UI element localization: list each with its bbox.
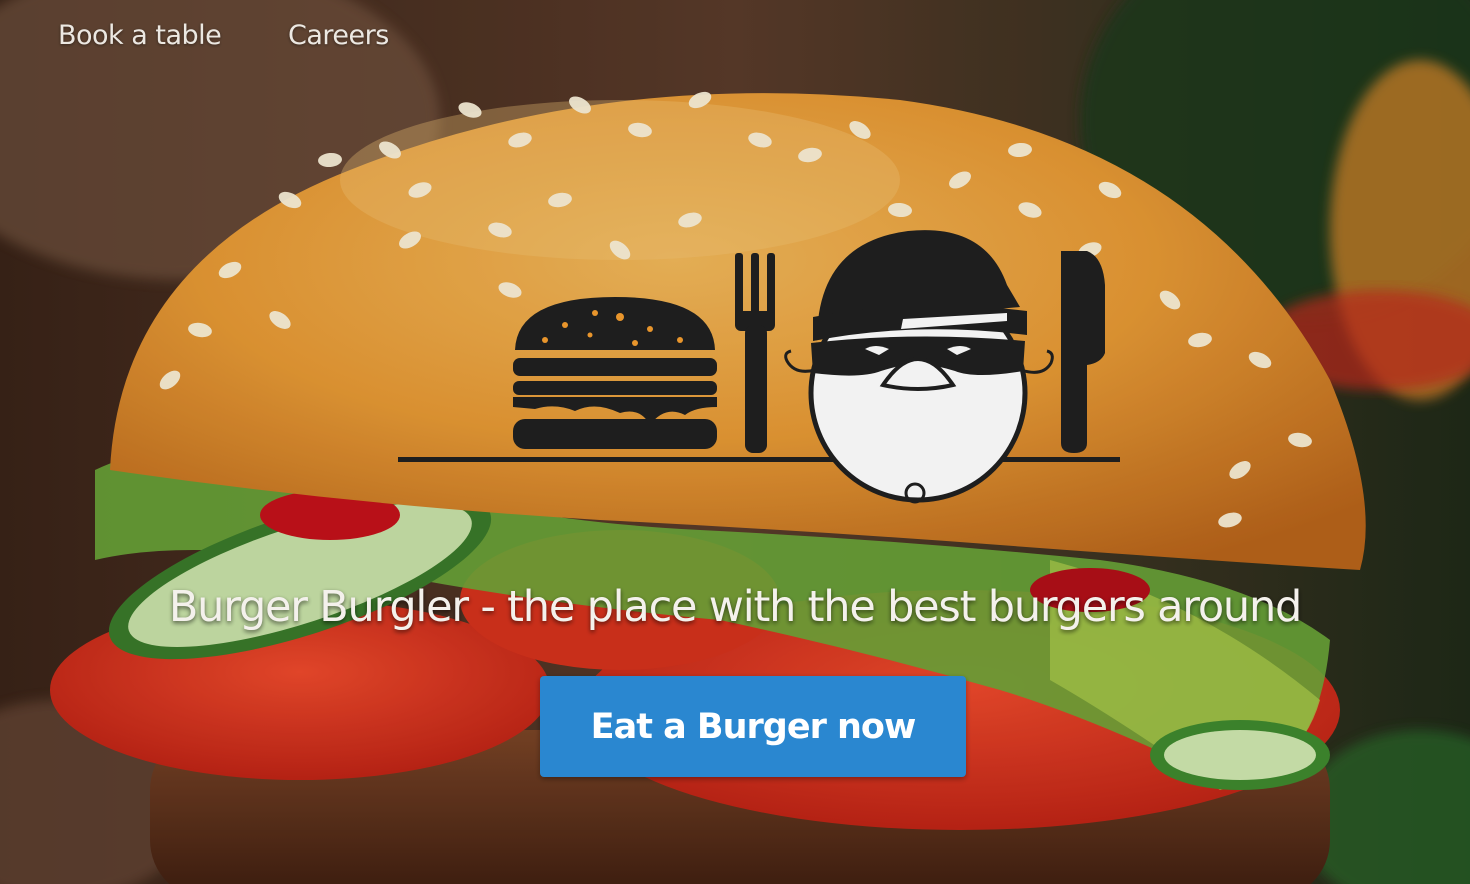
- hero-section: Book a table Careers Burger Burgler - th…: [0, 0, 1470, 884]
- nav-link-careers[interactable]: Careers: [288, 20, 389, 51]
- eat-a-burger-button[interactable]: Eat a Burger now: [540, 676, 966, 777]
- knife-icon: [1061, 251, 1105, 453]
- burger-icon: [513, 297, 717, 449]
- burger-burgler-logo-icon: [398, 230, 1120, 504]
- fork-icon: [735, 253, 775, 453]
- top-nav: Book a table Careers: [0, 0, 1470, 80]
- nav-link-book-a-table[interactable]: Book a table: [58, 20, 222, 51]
- hero-tagline: Burger Burgler - the place with the best…: [168, 582, 1302, 632]
